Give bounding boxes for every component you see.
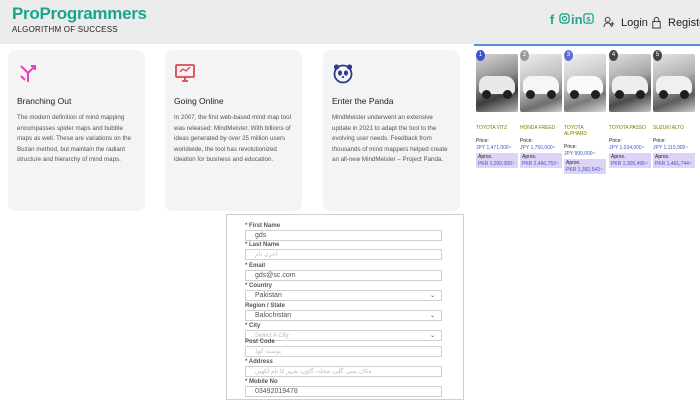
first-name-label: First Name	[249, 223, 281, 229]
first-name-group: * First Name gds	[245, 223, 442, 241]
country-label: Country	[249, 283, 273, 289]
brand-tagline: ALGORITHM OF SUCCESS	[12, 25, 118, 34]
svg-text:S: S	[586, 15, 591, 23]
email-field[interactable]: gds@sc.com	[245, 270, 442, 281]
card-text: MindMeister underwent an extensive updat…	[332, 114, 448, 164]
social-links: f in S	[547, 13, 594, 27]
car-listing-item[interactable]: 4 TOYOTA PASSO Price: JPY 1,034,000~ Apr…	[609, 50, 651, 168]
car-image[interactable]	[476, 54, 518, 112]
login-button[interactable]: Login	[603, 16, 648, 29]
rank-badge: 3	[564, 50, 573, 61]
feature-card-branching: Branching Out The modern definition of m…	[8, 50, 145, 211]
address-label: Address	[248, 359, 273, 365]
linkedin-icon[interactable]: in	[571, 13, 583, 27]
card-title: Enter the Panda	[332, 96, 394, 106]
rank-badge: 4	[609, 50, 618, 61]
city-label: City	[249, 323, 261, 329]
lock-icon	[652, 16, 661, 29]
instagram-icon[interactable]	[559, 13, 570, 27]
card-text: The modern definition of mind mapping en…	[17, 114, 132, 164]
monitor-icon	[174, 62, 293, 86]
card-title: Going Online	[174, 96, 224, 106]
price-label: Price:	[564, 144, 577, 150]
price-approx-box: Aprox. PKR 1,461,744~	[653, 153, 695, 168]
login-label: Login	[621, 16, 648, 29]
brand-name: ProProgrammers	[12, 4, 147, 23]
price-pkr: PKR 2,460,753~	[522, 160, 559, 167]
car-listing-item[interactable]: 3 TOYOTA ALPHARD Price: JPY 990,000~ Apr…	[564, 50, 606, 174]
price-approx-box: Aprox. PKR 1,305,495~	[609, 153, 651, 168]
car-name[interactable]: SUZUKI ALTO	[653, 125, 695, 131]
car-image[interactable]	[520, 54, 562, 112]
facebook-icon[interactable]: f	[547, 13, 557, 27]
branch-arrows-icon	[17, 62, 136, 86]
region-label: Region / State	[245, 303, 286, 309]
card-text: In 2007, the first web-based mind map to…	[174, 114, 291, 164]
registration-form: * First Name gds * Last Name اخری نام * …	[226, 214, 464, 400]
last-name-label: Last Name	[249, 242, 280, 248]
panda-icon	[332, 62, 451, 86]
email-group: * Email gds@sc.com	[245, 263, 442, 281]
chevron-down-icon: ⌄	[429, 312, 435, 319]
car-image[interactable]	[564, 54, 606, 112]
address-field[interactable]: مکان نمبر، گلی، محلہ، گاؤں، شہر کا نام ل…	[245, 366, 442, 377]
car-image[interactable]	[653, 54, 695, 112]
last-name-field[interactable]: اخری نام	[245, 249, 442, 260]
price-label: Price:	[520, 138, 533, 144]
car-name[interactable]: HONDA FREED	[520, 125, 562, 131]
brand-logo[interactable]: ProProgrammers ALGORITHM OF SUCCESS	[12, 4, 147, 34]
price-label: Price:	[653, 138, 666, 144]
user-icon	[603, 16, 615, 28]
price-pkr: PKR 1,305,495~	[611, 160, 648, 167]
region-select[interactable]: Balochistan ⌄	[245, 310, 442, 321]
car-name[interactable]: TOYOTA VITZ	[476, 125, 518, 131]
card-title: Branching Out	[17, 96, 72, 106]
register-button[interactable]: Register	[650, 16, 700, 29]
price-label: Price:	[609, 138, 622, 144]
feature-card-online: Going Online In 2007, the first web-base…	[165, 50, 302, 211]
price-label: Price:	[476, 138, 489, 144]
car-listing-item[interactable]: 1 TOYOTA VITZ Price: JPY 1,471,000~ Apro…	[476, 50, 518, 168]
last-name-group: * Last Name اخری نام	[245, 242, 442, 260]
price-approx-box: Aprox. PKR 1,392,543~	[564, 159, 606, 174]
region-group: Region / State Balochistan ⌄	[245, 303, 442, 321]
price-approx-box: Aprox. PKR 1,920,000~	[476, 153, 518, 168]
feature-card-panda: Enter the Panda MindMeister underwent an…	[323, 50, 460, 211]
car-image[interactable]	[609, 54, 651, 112]
country-select[interactable]: Pakistan ⌄	[245, 290, 442, 301]
top-header: ProProgrammers ALGORITHM OF SUCCESS f in…	[0, 0, 700, 44]
rank-badge: 2	[520, 50, 529, 61]
register-label: Register	[668, 16, 700, 29]
email-label: Email	[249, 263, 266, 269]
car-listings: 1 TOYOTA VITZ Price: JPY 1,471,000~ Apro…	[474, 44, 700, 214]
car-listing-item[interactable]: 2 HONDA FREED Price: JPY 1,750,000~ Apro…	[520, 50, 562, 168]
car-name[interactable]: TOYOTA ALPHARD	[564, 125, 606, 137]
mobile-field[interactable]: 03492019478	[245, 386, 442, 397]
price-jpy: JPY 1,750,000~	[520, 145, 556, 151]
price-pkr: PKR 1,461,744~	[655, 160, 692, 167]
price-pkr: PKR 1,920,000~	[478, 160, 515, 167]
price-jpy: JPY 1,034,000~	[609, 145, 645, 151]
post-code-field[interactable]: پوسٹ کوڈ	[245, 346, 442, 357]
post-code-group: Post Code پوسٹ کوڈ	[245, 339, 442, 357]
price-jpy: JPY 1,471,000~	[476, 145, 512, 151]
rank-badge: 1	[476, 50, 485, 61]
car-name[interactable]: TOYOTA PASSO	[609, 125, 651, 131]
price-pkr: PKR 1,392,543~	[566, 166, 603, 173]
car-listing-item[interactable]: 5 SUZUKI ALTO Price: JPY 1,115,900~ Apro…	[653, 50, 695, 168]
price-jpy: JPY 990,000~	[564, 151, 596, 157]
skype-icon[interactable]: S	[583, 13, 594, 27]
price-jpy: JPY 1,115,900~	[653, 145, 689, 151]
address-group: * Address مکان نمبر، گلی، محلہ، گاؤں، شہ…	[245, 359, 442, 377]
price-approx-box: Aprox. PKR 2,460,753~	[520, 153, 562, 168]
chevron-down-icon: ⌄	[429, 292, 435, 299]
first-name-field[interactable]: gds	[245, 230, 442, 241]
post-code-label: Post Code	[245, 339, 275, 345]
rank-badge: 5	[653, 50, 662, 61]
mobile-label: Mobile No	[249, 379, 278, 385]
mobile-group: * Mobile No 03492019478	[245, 379, 442, 397]
country-group: * Country Pakistan ⌄	[245, 283, 442, 301]
